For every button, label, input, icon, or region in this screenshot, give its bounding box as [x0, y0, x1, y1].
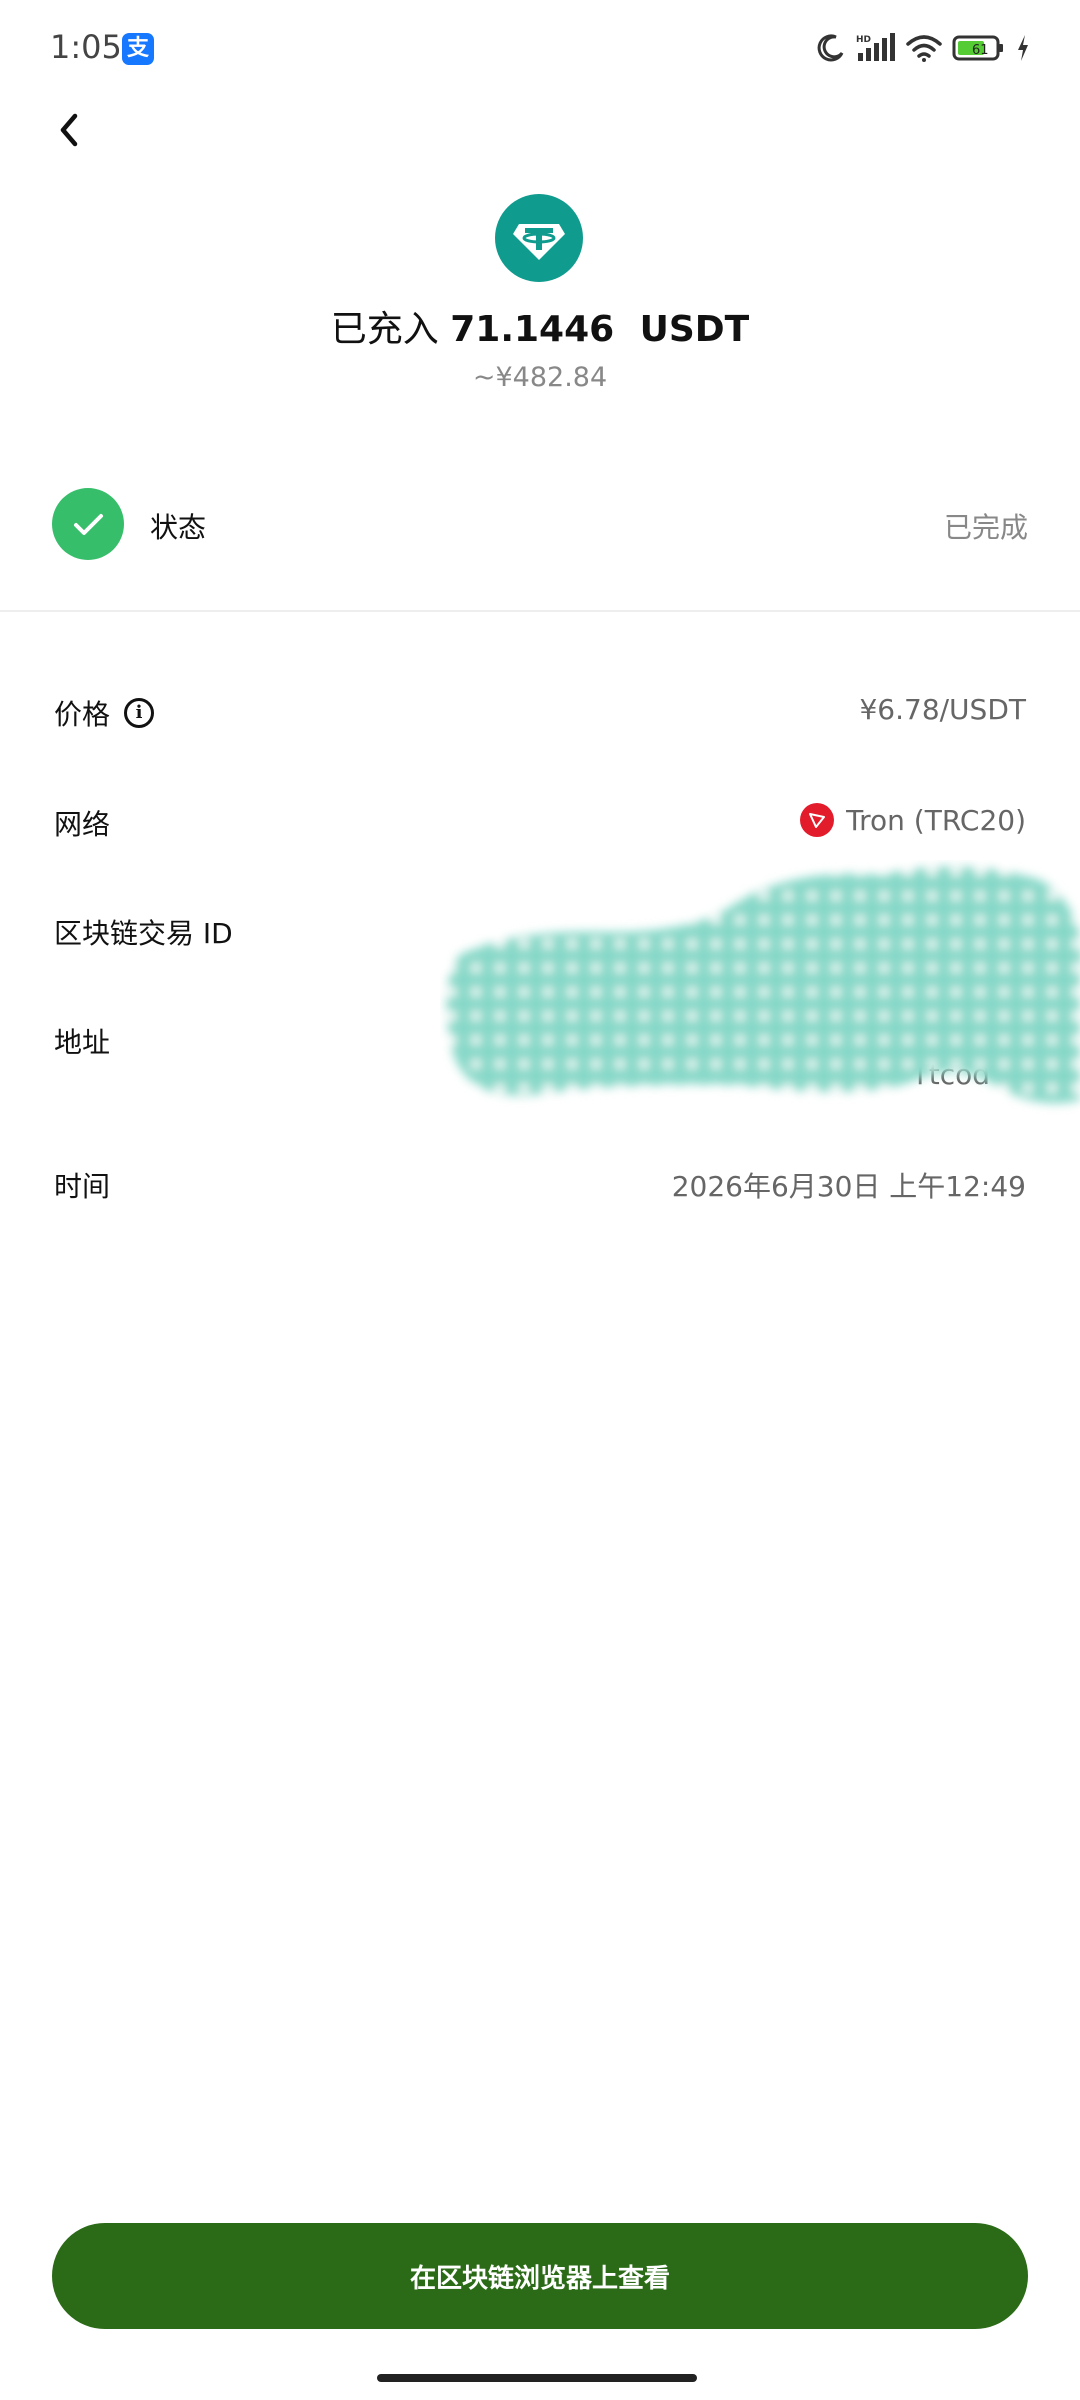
time-value: 2026年6月30日 上午12:49 — [671, 1170, 1026, 1203]
time-label: 时间 — [54, 1170, 111, 1203]
status-bar: 1:05 支 HD 61 — [0, 0, 1080, 100]
status-time: 1:05 — [50, 28, 122, 66]
address-label: 地址 — [54, 1026, 111, 1059]
address-value[interactable]: Ttcod — [912, 1058, 990, 1091]
network-value: Tron (TRC20) — [846, 803, 1026, 837]
price-value: ¥6.78/USDT — [859, 693, 1026, 726]
do-not-disturb-moon-icon — [817, 34, 844, 62]
battery-level: 61 — [972, 43, 989, 58]
status-icons: HD 61 — [816, 30, 1030, 66]
deposit-unit: USDT — [639, 309, 750, 350]
network-label: 网络 — [54, 808, 111, 841]
price-label: 价格 — [54, 698, 111, 731]
wifi-icon — [906, 35, 942, 62]
view-on-explorer-button[interactable]: 在区块链浏览器上查看 — [52, 2223, 1028, 2329]
deposit-headline: 已充入 71.1446 USDT — [0, 300, 1080, 352]
tx-id-row: 区块链交易 ID — [0, 900, 1080, 960]
tether-icon — [495, 194, 583, 282]
home-indicator[interactable] — [377, 2374, 697, 2382]
price-row: 价格 i ¥6.78/USDT — [0, 681, 1080, 741]
info-icon[interactable]: i — [124, 698, 155, 728]
battery-icon: 61 — [952, 35, 1003, 61]
status-label: 状态 — [150, 511, 207, 544]
signal-hd-icon: HD — [856, 33, 895, 61]
fiat-value: ~¥482.84 — [472, 362, 608, 393]
alipay-notification-icon: 支 — [122, 33, 154, 65]
deposit-prefix: 已充入 — [330, 309, 439, 350]
check-circle-icon — [52, 488, 124, 560]
back-button[interactable] — [40, 100, 100, 160]
status-value: 已完成 — [943, 511, 1028, 544]
network-row: 网络 Tron (TRC20) — [0, 791, 1080, 851]
divider — [0, 610, 1080, 612]
time-row: 时间 2026年6月30日 上午12:49 — [0, 1153, 1080, 1213]
chevron-left-icon — [60, 113, 78, 147]
status-row: 状态 已完成 — [0, 470, 1080, 578]
deposit-amount: 71.1446 — [450, 309, 615, 350]
tron-icon — [800, 803, 835, 837]
svg-text:HD: HD — [856, 35, 871, 45]
charging-bolt-icon — [1018, 35, 1028, 61]
tx-id-label: 区块链交易 ID — [54, 917, 233, 950]
